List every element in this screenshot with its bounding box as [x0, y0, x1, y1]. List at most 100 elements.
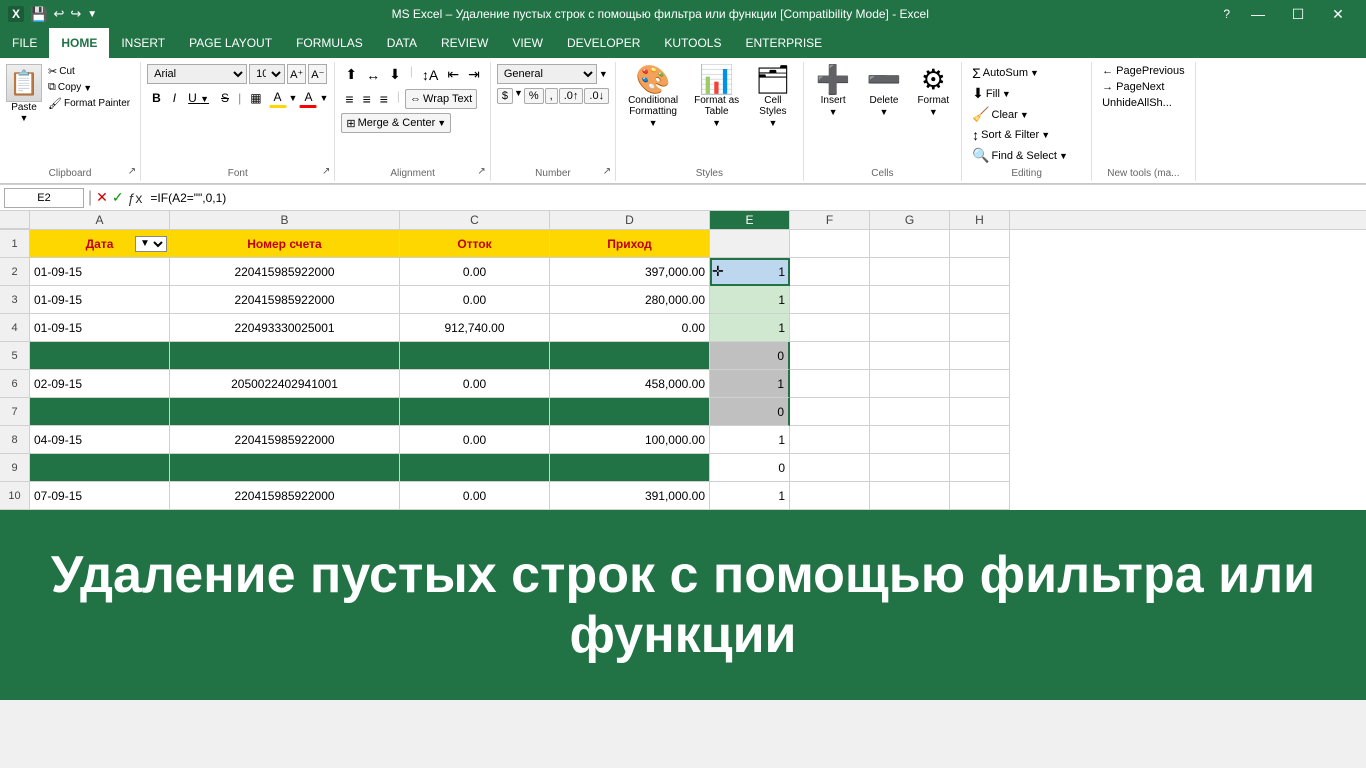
- cell-b7[interactable]: [170, 398, 400, 426]
- align-right-button[interactable]: ≡: [376, 89, 392, 109]
- cell-a9[interactable]: [30, 454, 170, 482]
- row-num-10[interactable]: 10: [0, 482, 29, 510]
- filter-dropdown-a1[interactable]: ▼: [135, 236, 167, 252]
- cell-b8[interactable]: 220415985922000: [170, 426, 400, 454]
- cell-c1[interactable]: Отток: [400, 230, 550, 258]
- row-num-4[interactable]: 4: [0, 314, 29, 342]
- number-format-select[interactable]: General: [497, 64, 597, 84]
- cell-d2[interactable]: 397,000.00: [550, 258, 710, 286]
- col-header-g[interactable]: G: [870, 211, 950, 229]
- cell-c4[interactable]: 912,740.00: [400, 314, 550, 342]
- cell-d9[interactable]: [550, 454, 710, 482]
- accounting-format-button[interactable]: $: [497, 88, 513, 104]
- cell-a10[interactable]: 07-09-15: [30, 482, 170, 510]
- tab-data[interactable]: DATA: [375, 28, 429, 58]
- cell-h1[interactable]: [950, 230, 1010, 258]
- cell-c3[interactable]: 0.00: [400, 286, 550, 314]
- page-prev-button[interactable]: ← PagePrevious: [1098, 64, 1189, 78]
- insert-function-icon[interactable]: ƒx: [128, 190, 143, 206]
- cell-d7[interactable]: [550, 398, 710, 426]
- autosum-button[interactable]: ΣAutoSum▼: [968, 64, 1043, 82]
- unhide-button[interactable]: UnhideAllSh...: [1098, 96, 1176, 110]
- fill-button[interactable]: ⬇Fill▼: [968, 84, 1015, 103]
- quick-save[interactable]: 💾: [30, 6, 47, 23]
- cell-h8[interactable]: [950, 426, 1010, 454]
- comma-button[interactable]: ,: [545, 88, 558, 104]
- cell-g3[interactable]: [870, 286, 950, 314]
- cell-b5[interactable]: [170, 342, 400, 370]
- quick-access-more[interactable]: ▼: [87, 9, 97, 20]
- number-format-expand[interactable]: ▼: [599, 69, 608, 79]
- row-num-1[interactable]: 1: [0, 230, 29, 258]
- font-name-select[interactable]: Arial: [147, 64, 247, 84]
- align-top-button[interactable]: ⬆: [341, 64, 361, 85]
- row-num-7[interactable]: 7: [0, 398, 29, 426]
- indent-increase-button[interactable]: ⇥: [464, 64, 484, 85]
- cell-c10[interactable]: 0.00: [400, 482, 550, 510]
- cell-f2[interactable]: [790, 258, 870, 286]
- cell-h4[interactable]: [950, 314, 1010, 342]
- col-header-b[interactable]: B: [170, 211, 400, 229]
- confirm-formula-icon[interactable]: ✓: [112, 189, 124, 206]
- cell-f6[interactable]: [790, 370, 870, 398]
- cell-e7[interactable]: 0: [710, 398, 790, 426]
- cell-g1[interactable]: [870, 230, 950, 258]
- cell-e5[interactable]: 0: [710, 342, 790, 370]
- cell-h9[interactable]: [950, 454, 1010, 482]
- row-num-6[interactable]: 6: [0, 370, 29, 398]
- paste-button[interactable]: 📋 Paste ▼: [6, 64, 42, 123]
- row-num-3[interactable]: 3: [0, 286, 29, 314]
- increase-font-size[interactable]: A⁺: [287, 64, 306, 84]
- tab-formulas[interactable]: FORMULAS: [284, 28, 375, 58]
- cell-a5[interactable]: [30, 342, 170, 370]
- increase-decimal-button[interactable]: .0↑: [559, 88, 584, 104]
- format-as-table-button[interactable]: 📊 Format asTable ▼: [688, 64, 745, 130]
- cell-c6[interactable]: 0.00: [400, 370, 550, 398]
- cell-c9[interactable]: [400, 454, 550, 482]
- cell-a1[interactable]: Дата ▼: [30, 230, 170, 258]
- minimize-btn[interactable]: —: [1238, 0, 1278, 28]
- maximize-btn[interactable]: ☐: [1278, 0, 1318, 28]
- cell-b6[interactable]: 2050022402941001: [170, 370, 400, 398]
- col-header-d[interactable]: D: [550, 211, 710, 229]
- cell-d10[interactable]: 391,000.00: [550, 482, 710, 510]
- tab-review[interactable]: REVIEW: [429, 28, 500, 58]
- name-box[interactable]: [4, 188, 84, 208]
- insert-cells-button[interactable]: ➕ Insert ▼: [810, 64, 857, 119]
- align-bottom-button[interactable]: ⬇: [385, 64, 405, 85]
- decrease-font-size[interactable]: A⁻: [308, 64, 327, 84]
- cell-c7[interactable]: [400, 398, 550, 426]
- tab-view[interactable]: VIEW: [500, 28, 555, 58]
- formula-input[interactable]: [146, 191, 1362, 205]
- undo-btn[interactable]: ↩: [53, 6, 64, 22]
- cell-d4[interactable]: 0.00: [550, 314, 710, 342]
- cell-d1[interactable]: Приход: [550, 230, 710, 258]
- font-size-select[interactable]: 10: [249, 64, 285, 84]
- italic-button[interactable]: I: [168, 89, 181, 107]
- cell-h2[interactable]: [950, 258, 1010, 286]
- tab-page-layout[interactable]: PAGE LAYOUT: [177, 28, 284, 58]
- row-num-9[interactable]: 9: [0, 454, 29, 482]
- cell-g5[interactable]: [870, 342, 950, 370]
- cell-d6[interactable]: 458,000.00: [550, 370, 710, 398]
- cell-a3[interactable]: 01-09-15: [30, 286, 170, 314]
- cell-a2[interactable]: 01-09-15: [30, 258, 170, 286]
- cell-e8[interactable]: 1: [710, 426, 790, 454]
- cell-f4[interactable]: [790, 314, 870, 342]
- cancel-formula-icon[interactable]: ✕: [96, 189, 108, 206]
- cell-e6[interactable]: 1: [710, 370, 790, 398]
- sort-filter-button[interactable]: ↕Sort & Filter▼: [968, 126, 1054, 144]
- font-color-button[interactable]: A: [299, 88, 317, 108]
- col-header-f[interactable]: F: [790, 211, 870, 229]
- cell-a7[interactable]: [30, 398, 170, 426]
- underline-button[interactable]: U ▼: [183, 89, 214, 107]
- cell-c2[interactable]: 0.00: [400, 258, 550, 286]
- merge-center-button[interactable]: ⊞Merge & Center▼: [341, 113, 451, 133]
- cell-f1[interactable]: [790, 230, 870, 258]
- cell-b4[interactable]: 220493330025001: [170, 314, 400, 342]
- tab-insert[interactable]: INSERT: [109, 28, 177, 58]
- indent-decrease-button[interactable]: ⇤: [443, 64, 463, 85]
- help-btn[interactable]: ?: [1223, 7, 1230, 21]
- cell-e9[interactable]: 0: [710, 454, 790, 482]
- cell-h5[interactable]: [950, 342, 1010, 370]
